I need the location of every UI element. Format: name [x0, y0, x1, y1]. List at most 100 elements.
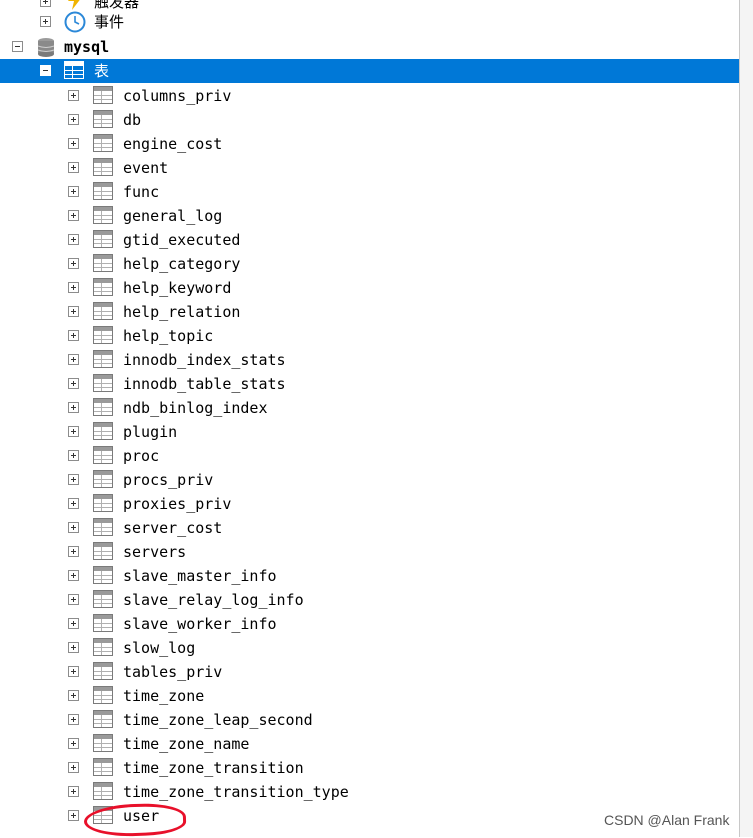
table-row[interactable]: time_zone_transition_type: [0, 780, 739, 804]
expand-icon[interactable]: [68, 330, 79, 341]
table-row[interactable]: help_keyword: [0, 276, 739, 300]
expand-icon[interactable]: [68, 162, 79, 173]
table-name: innodb_index_stats: [123, 351, 286, 369]
table-row[interactable]: help_category: [0, 252, 739, 276]
expand-icon[interactable]: [68, 474, 79, 485]
expand-icon[interactable]: [68, 522, 79, 533]
table-name: tables_priv: [123, 663, 223, 681]
table-icon: [93, 758, 113, 776]
database-name: mysql: [64, 38, 110, 56]
table-row[interactable]: slow_log: [0, 636, 739, 660]
table-icon: [93, 638, 113, 656]
collapse-icon[interactable]: [12, 41, 23, 52]
expand-icon[interactable]: [68, 90, 79, 101]
expand-icon[interactable]: [68, 426, 79, 437]
table-row[interactable]: servers: [0, 540, 739, 564]
table-row[interactable]: general_log: [0, 204, 739, 228]
table-row[interactable]: innodb_table_stats: [0, 372, 739, 396]
expand-icon[interactable]: [40, 16, 51, 27]
expand-icon[interactable]: [68, 714, 79, 725]
table-row[interactable]: plugin: [0, 420, 739, 444]
table-name: time_zone_leap_second: [123, 711, 313, 729]
table-row[interactable]: db: [0, 108, 739, 132]
table-name: slave_master_info: [123, 567, 277, 585]
table-name: help_relation: [123, 303, 241, 321]
table-name: slave_worker_info: [123, 615, 277, 633]
expand-icon[interactable]: [68, 786, 79, 797]
table-row[interactable]: proc: [0, 444, 739, 468]
table-icon: [93, 182, 113, 200]
table-row[interactable]: slave_relay_log_info: [0, 588, 739, 612]
table-icon: [93, 158, 113, 176]
expand-icon[interactable]: [40, 0, 51, 7]
table-row[interactable]: gtid_executed: [0, 228, 739, 252]
table-icon: [93, 326, 113, 344]
clock-icon: [64, 11, 86, 33]
table-name: help_keyword: [123, 279, 232, 297]
expand-icon[interactable]: [68, 450, 79, 461]
scrollbar[interactable]: [740, 0, 753, 837]
table-row[interactable]: proxies_priv: [0, 492, 739, 516]
table-row[interactable]: time_zone_name: [0, 732, 739, 756]
table-icon: [93, 110, 113, 128]
table-icon: [93, 662, 113, 680]
expand-icon[interactable]: [68, 378, 79, 389]
table-icon: [93, 494, 113, 512]
expand-icon[interactable]: [68, 114, 79, 125]
expand-icon[interactable]: [68, 762, 79, 773]
expand-icon[interactable]: [68, 810, 79, 821]
table-name: innodb_table_stats: [123, 375, 286, 393]
table-row[interactable]: slave_worker_info: [0, 612, 739, 636]
table-name: time_zone_name: [123, 735, 250, 753]
table-row[interactable]: ndb_binlog_index: [0, 396, 739, 420]
table-row[interactable]: server_cost: [0, 516, 739, 540]
table-icon: [93, 614, 113, 632]
tree-item-database[interactable]: mysql: [0, 35, 739, 59]
expand-icon[interactable]: [68, 690, 79, 701]
expand-icon[interactable]: [68, 618, 79, 629]
table-icon: [93, 518, 113, 536]
table-name: help_category: [123, 255, 241, 273]
table-row[interactable]: time_zone_transition: [0, 756, 739, 780]
table-row[interactable]: func: [0, 180, 739, 204]
table-icon: [93, 230, 113, 248]
expand-icon[interactable]: [68, 738, 79, 749]
collapse-icon[interactable]: [40, 65, 51, 76]
table-row[interactable]: columns_priv: [0, 84, 739, 108]
table-icon: [93, 422, 113, 440]
table-row[interactable]: engine_cost: [0, 132, 739, 156]
watermark: CSDN @Alan Frank: [604, 812, 730, 828]
table-name: server_cost: [123, 519, 223, 537]
expand-icon[interactable]: [68, 546, 79, 557]
expand-icon[interactable]: [68, 402, 79, 413]
table-name: time_zone_transition: [123, 759, 304, 777]
expand-icon[interactable]: [68, 666, 79, 677]
expand-icon[interactable]: [68, 186, 79, 197]
tree-item-events[interactable]: 事件: [0, 10, 739, 34]
table-icon: [93, 446, 113, 464]
table-row[interactable]: event: [0, 156, 739, 180]
table-row[interactable]: tables_priv: [0, 660, 739, 684]
expand-icon[interactable]: [68, 234, 79, 245]
expand-icon[interactable]: [68, 498, 79, 509]
table-icon: [93, 254, 113, 272]
tree-item-tables[interactable]: 表: [0, 59, 739, 83]
table-row[interactable]: slave_master_info: [0, 564, 739, 588]
table-row[interactable]: help_relation: [0, 300, 739, 324]
expand-icon[interactable]: [68, 354, 79, 365]
table-row[interactable]: time_zone_leap_second: [0, 708, 739, 732]
table-row[interactable]: time_zone: [0, 684, 739, 708]
table-group-icon: [64, 61, 84, 79]
expand-icon[interactable]: [68, 306, 79, 317]
expand-icon[interactable]: [68, 570, 79, 581]
expand-icon[interactable]: [68, 282, 79, 293]
expand-icon[interactable]: [68, 258, 79, 269]
expand-icon[interactable]: [68, 210, 79, 221]
table-row[interactable]: help_topic: [0, 324, 739, 348]
table-row[interactable]: innodb_index_stats: [0, 348, 739, 372]
table-row[interactable]: procs_priv: [0, 468, 739, 492]
expand-icon[interactable]: [68, 594, 79, 605]
expand-icon[interactable]: [68, 642, 79, 653]
table-icon: [93, 278, 113, 296]
expand-icon[interactable]: [68, 138, 79, 149]
